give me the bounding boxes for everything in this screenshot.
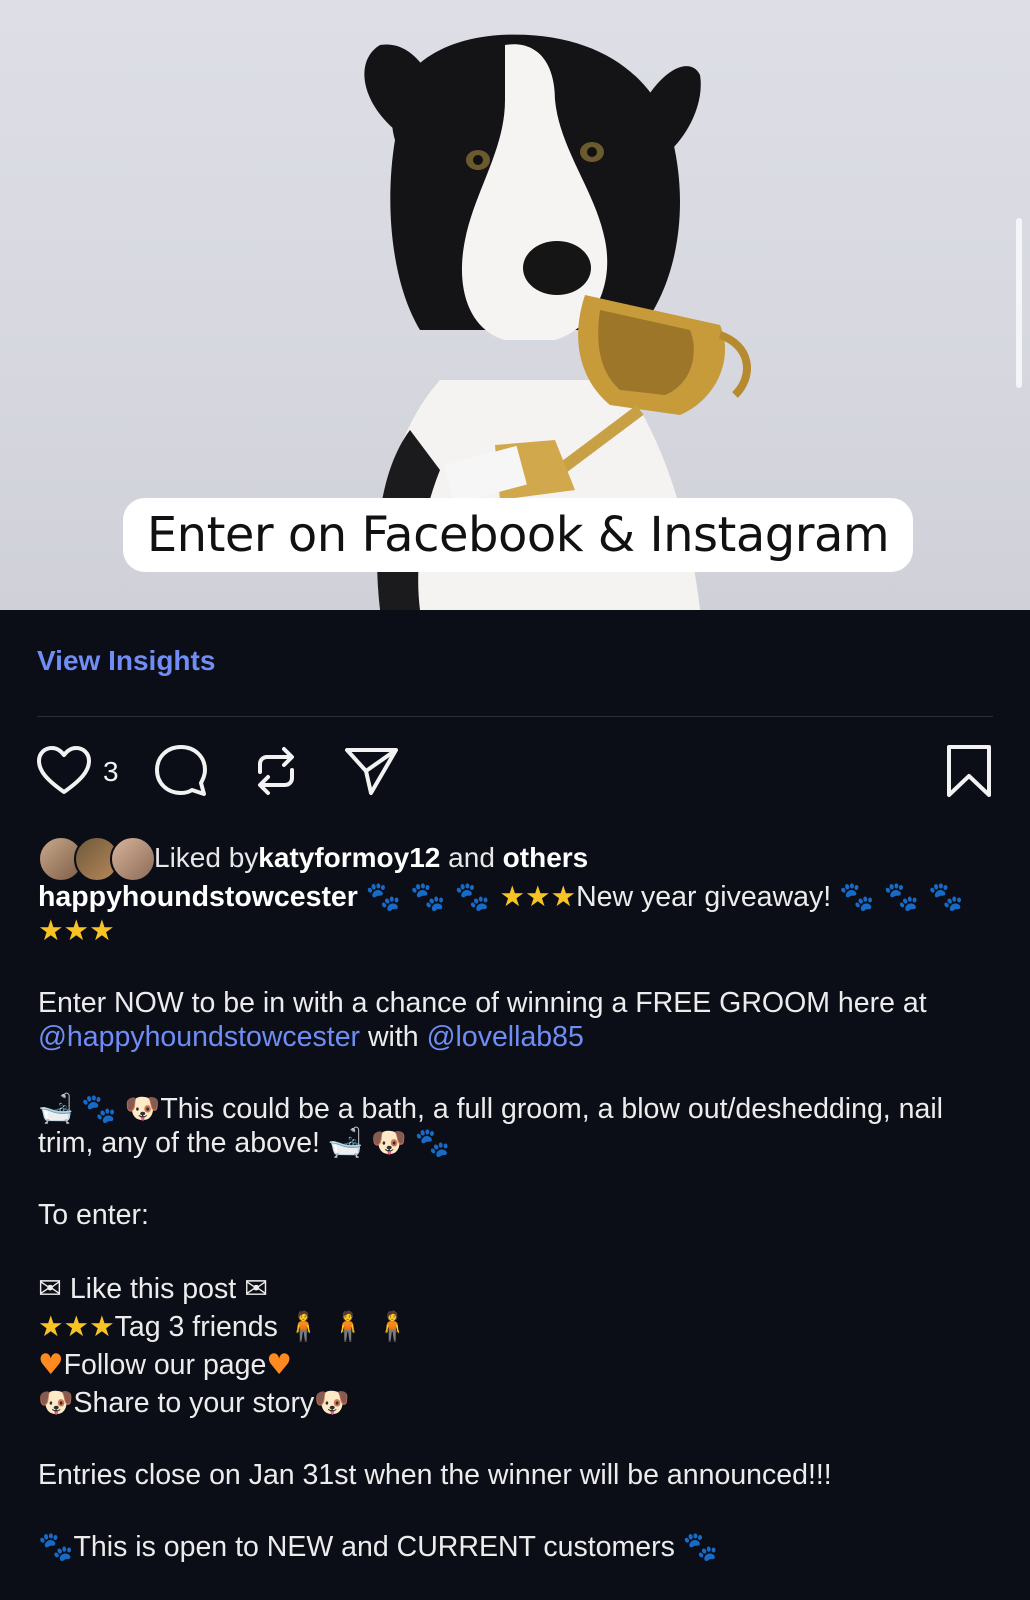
dog-face-icon: 🐶 — [314, 1386, 350, 1419]
liked-by-user[interactable]: katyformoy12 — [258, 842, 440, 874]
caption-closing: Entries close on Jan 31st when the winne… — [38, 1459, 832, 1491]
envelope-icon: ✉ — [244, 1272, 268, 1305]
paw-icon: 🐾 — [81, 1092, 117, 1125]
dog-face-icon: 🐶 — [124, 1092, 161, 1125]
caption-services: This could be a bath, a full groom, a bl… — [38, 1093, 944, 1159]
mention-lovellab85[interactable]: @lovellab85 — [427, 1021, 584, 1053]
caption-step2: Tag 3 friends — [114, 1311, 278, 1343]
view-insights-link[interactable]: View Insights — [37, 645, 215, 677]
liked-by-prefix: Liked by — [154, 842, 259, 873]
bookmark-icon — [947, 745, 991, 797]
star-icon: ★★★ — [38, 914, 115, 947]
heart-icon — [37, 746, 91, 794]
orange-heart-icon: ♥ — [266, 1348, 292, 1381]
paw-icon: 🐾 🐾 🐾 — [839, 880, 964, 913]
liker-avatars[interactable] — [38, 836, 156, 882]
caption-headline: New year giveaway! — [576, 881, 832, 913]
post-action-bar: 3 — [0, 742, 1030, 802]
like-button[interactable] — [35, 742, 93, 805]
caption-step3: Follow our page — [63, 1349, 267, 1381]
bathtub-icon: 🛁 — [327, 1126, 364, 1159]
liked-by-row[interactable]: Liked by katyformoy12 and others — [38, 836, 589, 882]
caption-username[interactable]: happyhoundstowcester — [38, 881, 358, 913]
image-overlay-caption: Enter on Facebook & Instagram — [123, 498, 913, 572]
post-caption: happyhoundstowcester 🐾 🐾 🐾 ★★★New year g… — [38, 876, 998, 1564]
orange-heart-icon: ♥ — [38, 1348, 64, 1381]
person-icon: 🧍 🧍 🧍 — [285, 1310, 411, 1343]
caption-line1: Enter NOW to be in with a chance of winn… — [38, 987, 927, 1019]
post-image[interactable]: Enter on Facebook & Instagram — [0, 0, 1030, 610]
caption-step4: Share to your story — [73, 1387, 315, 1419]
like-count[interactable]: 3 — [103, 756, 119, 788]
mention-happyhoundstowcester[interactable]: @happyhoundstowcester — [38, 1021, 360, 1053]
comment-icon — [155, 745, 207, 796]
liked-by-and: and — [440, 842, 503, 873]
caption-with: with — [360, 1021, 427, 1053]
paw-icon: 🐾 — [682, 1530, 719, 1563]
caption-open-to: This is open to NEW and CURRENT customer… — [73, 1531, 675, 1563]
scroll-indicator[interactable] — [1016, 218, 1022, 388]
paw-icon: 🐾 — [414, 1126, 451, 1159]
repost-button[interactable] — [247, 742, 305, 805]
star-icon: ★★★ — [38, 1310, 115, 1343]
paw-icon: 🐾 — [38, 1530, 74, 1563]
divider — [37, 716, 993, 717]
envelope-icon: ✉ — [38, 1272, 62, 1305]
share-button[interactable] — [343, 742, 401, 805]
bathtub-icon: 🛁 — [38, 1092, 74, 1125]
save-button[interactable] — [940, 742, 998, 805]
liked-by-others[interactable]: others — [503, 842, 589, 874]
paw-icon: 🐾 🐾 🐾 — [365, 880, 500, 913]
send-icon — [345, 748, 398, 795]
star-icon: ★★★ — [499, 880, 577, 913]
repost-icon — [258, 747, 294, 795]
caption-to-enter: To enter: — [38, 1199, 149, 1231]
dog-face-icon: 🐶 — [371, 1126, 407, 1159]
comment-button[interactable] — [152, 742, 210, 805]
dog-face-icon: 🐶 — [38, 1386, 74, 1419]
caption-step1: Like this post — [69, 1273, 237, 1305]
